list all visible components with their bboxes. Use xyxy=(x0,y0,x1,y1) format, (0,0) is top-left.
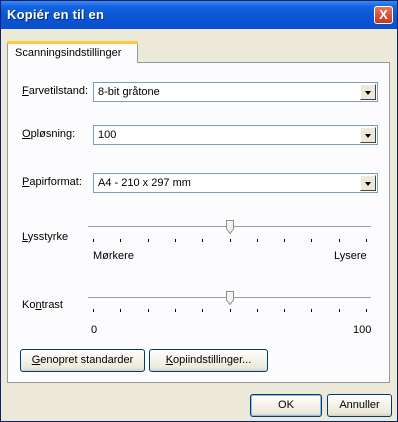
slider-tick xyxy=(202,239,203,242)
color-mode-value: 8-bit gråtone xyxy=(98,86,160,98)
slider-tick xyxy=(339,239,340,242)
slider-tick xyxy=(339,309,340,312)
restore-defaults-button[interactable]: Genopret standarder xyxy=(20,349,145,372)
contrast-min-label: 0 xyxy=(91,324,98,336)
brightness-label: Lysstyrke xyxy=(22,231,69,243)
slider-tick xyxy=(284,239,285,242)
resolution-value: 100 xyxy=(98,129,117,141)
copy-settings-button[interactable]: Kopiindstillinger... xyxy=(149,349,268,372)
slider-tick xyxy=(257,309,258,312)
paper-size-value: A4 - 210 x 297 mm xyxy=(98,177,191,189)
contrast-slider-thumb[interactable] xyxy=(226,291,234,305)
tab-scanning-settings[interactable]: Scanningsindstillinger xyxy=(7,41,138,63)
chevron-down-icon[interactable] xyxy=(360,175,376,191)
slider-tick xyxy=(120,239,121,242)
cancel-button[interactable]: Annuller xyxy=(327,394,392,417)
title-bar[interactable]: Kopiér en til en X xyxy=(1,1,397,29)
slider-tick xyxy=(93,309,94,312)
brightness-slider-thumb[interactable] xyxy=(226,220,234,234)
resolution-label: Opløsning: xyxy=(22,128,76,140)
slider-tick xyxy=(366,309,367,312)
slider-tick xyxy=(284,309,285,312)
paper-size-label: Papirformat: xyxy=(22,176,82,188)
slider-tick xyxy=(148,239,149,242)
slider-tick xyxy=(230,239,231,242)
slider-tick xyxy=(175,239,176,242)
chevron-down-icon[interactable] xyxy=(360,127,376,143)
slider-tick xyxy=(93,239,94,242)
slider-tick xyxy=(202,309,203,312)
slider-tick xyxy=(311,309,312,312)
contrast-max-label: 100 xyxy=(353,324,372,336)
slider-tick xyxy=(366,239,367,242)
chevron-down-icon[interactable] xyxy=(360,84,376,100)
close-button[interactable]: X xyxy=(374,6,393,24)
paper-size-select[interactable]: A4 - 210 x 297 mm xyxy=(93,173,378,193)
slider-tick xyxy=(311,239,312,242)
window-title: Kopiér en til en xyxy=(7,7,105,22)
brightness-min-label: Mørkere xyxy=(93,250,134,262)
ok-button[interactable]: OK xyxy=(250,394,322,417)
contrast-label: Kontrast xyxy=(22,299,63,311)
slider-tick xyxy=(148,309,149,312)
tab-label: Scanningsindstillinger xyxy=(15,47,122,59)
brightness-max-label: Lysere xyxy=(334,250,367,262)
color-mode-select[interactable]: 8-bit gråtone xyxy=(93,82,378,102)
close-icon: X xyxy=(379,7,388,22)
resolution-select[interactable]: 100 xyxy=(93,125,378,145)
slider-tick xyxy=(230,309,231,312)
dialog-window: Kopiér en til en X Farvetilstand: 8-bit … xyxy=(0,0,398,422)
slider-tick xyxy=(120,309,121,312)
tab-panel: Farvetilstand: 8-bit gråtone Opløsning: … xyxy=(7,62,390,383)
color-mode-label: Farvetilstand: xyxy=(22,85,89,97)
slider-tick xyxy=(257,239,258,242)
slider-tick xyxy=(175,309,176,312)
